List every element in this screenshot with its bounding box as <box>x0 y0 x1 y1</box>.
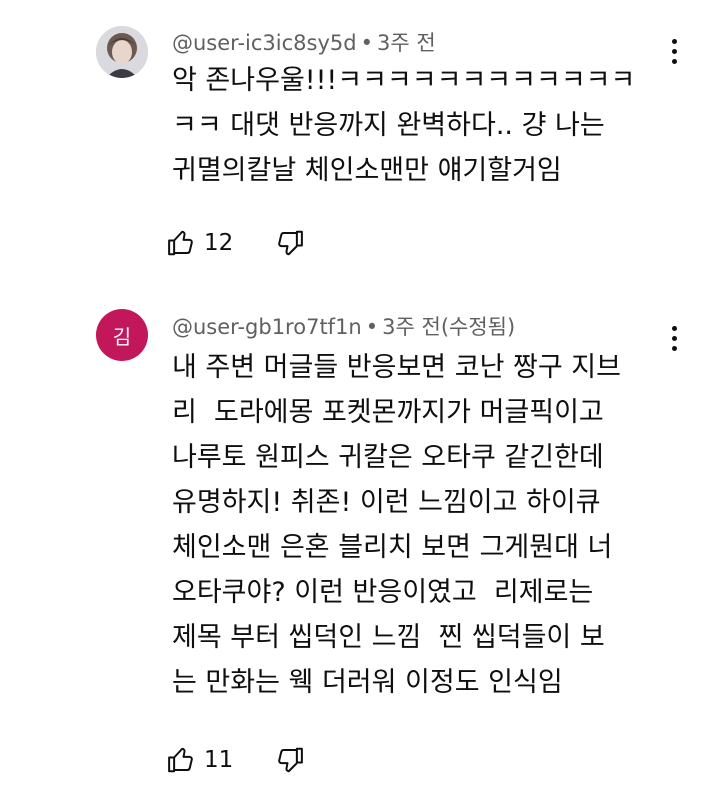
comment-meta: @user-ic3ic8sy5d • 3주 전 <box>172 29 436 57</box>
like-count: 12 <box>204 230 234 256</box>
avatar-photo-icon <box>96 26 148 78</box>
comment-time[interactable]: 3주 전 <box>377 31 436 55</box>
thumbs-down-icon <box>278 230 304 256</box>
comment-actions: 11 <box>166 740 305 780</box>
avatar[interactable] <box>96 26 148 78</box>
separator: • <box>365 315 379 339</box>
like-button[interactable]: 11 <box>166 745 275 775</box>
comment-time[interactable]: 3주 전 <box>382 315 441 339</box>
thumbs-up-icon <box>168 230 193 256</box>
comment-actions: 12 <box>166 223 305 263</box>
comment-text: 내 주변 머글들 반응보면 코난 짱구 지브 리 도라에몽 포켓몬까지가 머글픽… <box>172 352 621 698</box>
avatar[interactable]: 김 <box>96 309 148 361</box>
comment-text: 악 존나우울!!!ㅋㅋㅋㅋㅋㅋㅋㅋㅋㅋㅋㅋ ㅋㅋ 대댓 반응까지 완벽하다.. … <box>172 65 636 186</box>
thumbs-down-icon <box>278 747 304 773</box>
like-button[interactable]: 12 <box>166 228 275 258</box>
like-count: 11 <box>204 747 234 773</box>
comment-meta: @user-gb1ro7tf1n • 3주 전(수정됨) <box>172 313 515 341</box>
thumbs-up-icon <box>168 747 193 773</box>
separator: • <box>360 31 373 55</box>
edited-label: (수정됨) <box>440 315 516 339</box>
dislike-button[interactable] <box>275 228 305 258</box>
avatar-initial: 김 <box>112 324 132 349</box>
author-name[interactable]: @user-ic3ic8sy5d <box>172 31 357 55</box>
dislike-button[interactable] <box>275 745 305 775</box>
author-name[interactable]: @user-gb1ro7tf1n <box>172 315 362 339</box>
